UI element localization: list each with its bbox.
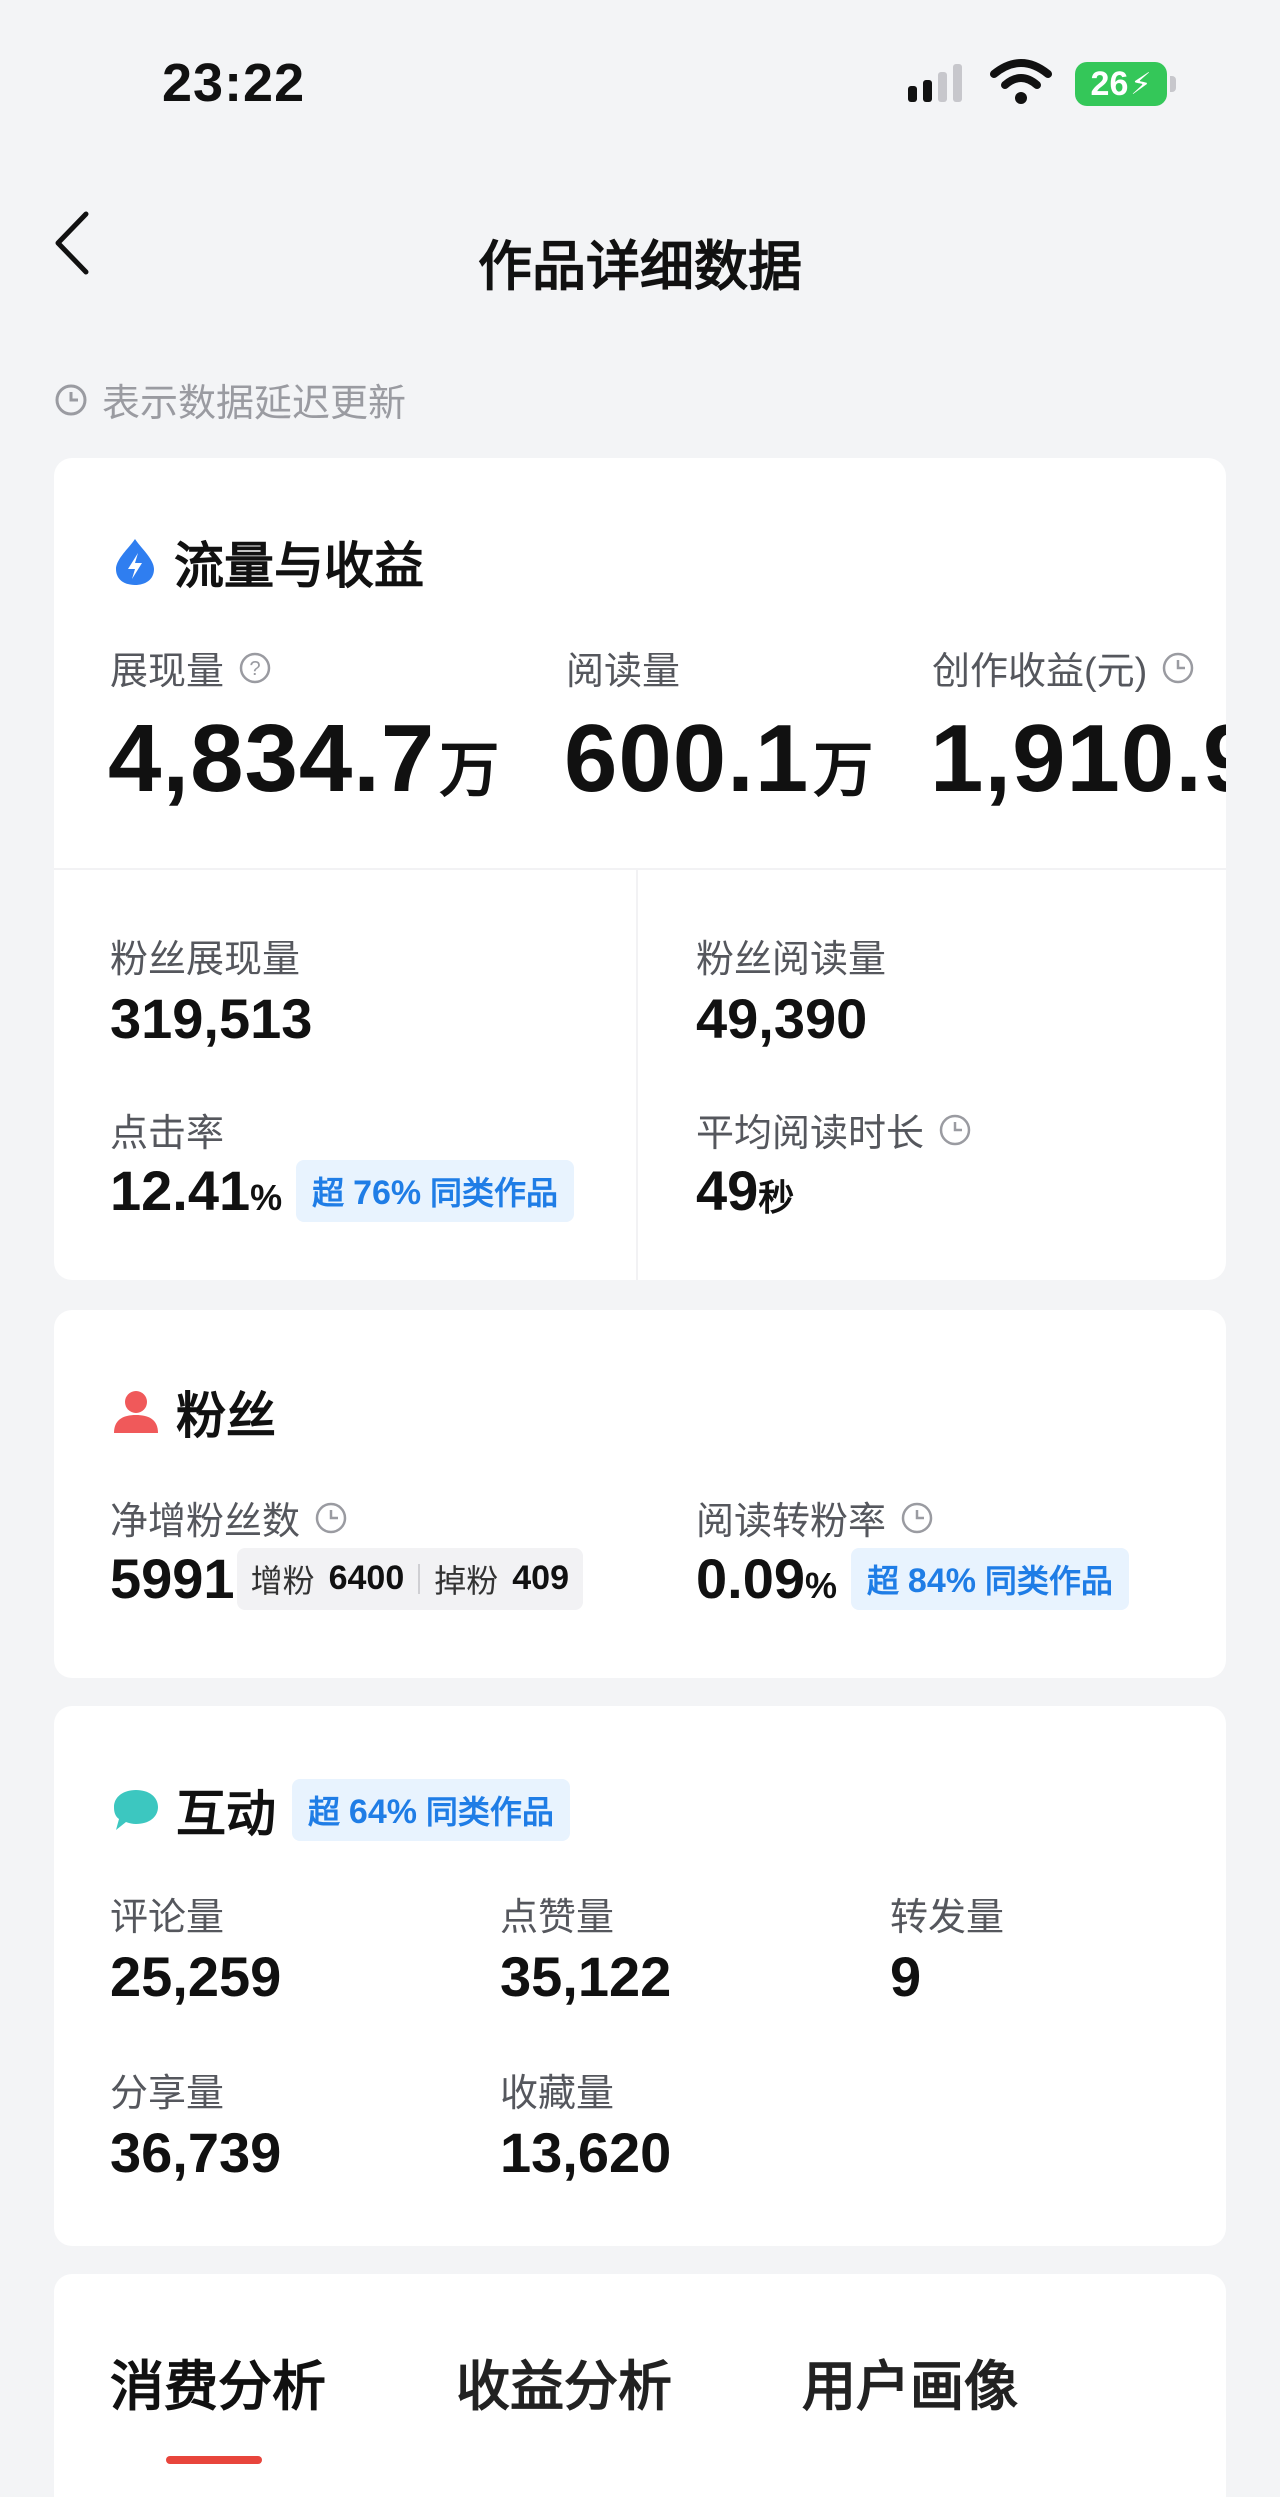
conversion-row: 0.09% 超 84% 同类作品 <box>696 1546 1129 1611</box>
favorites-label: 收藏量 <box>500 2073 615 2115</box>
badge-suffix: 同类作品 <box>984 1562 1113 1599</box>
reposts-label: 转发量 <box>890 1897 1005 1939</box>
battery-icon: 26 ⚡ <box>1075 62 1167 106</box>
active-tab-indicator <box>166 2456 262 2464</box>
tab-consumption-analysis[interactable]: 消费分析 <box>110 2342 326 2421</box>
impressions-label-text: 展现量 <box>110 651 225 693</box>
interaction-card: 互动 超 64% 同类作品 评论量 25,259 点赞量 35,122 转发量 … <box>54 1706 1226 2246</box>
net-gain-value: 5991 <box>110 1547 235 1610</box>
shares-label: 分享量 <box>110 2073 225 2115</box>
page-title: 作品详细数据 <box>478 237 802 297</box>
ctr-unit: % <box>250 1177 283 1218</box>
shares-value: 36,739 <box>110 2121 282 2184</box>
battery-level: 26 <box>1090 64 1129 103</box>
impressions-unit: 万 <box>439 737 501 804</box>
conversion-label: 阅读转粉率 <box>696 1490 934 1545</box>
status-time: 23:22 <box>162 53 306 113</box>
gain-loss-breakdown: 增粉 6400 掉粉 409 <box>236 1547 583 1610</box>
reads-number: 600.1 <box>564 705 810 812</box>
clock-icon <box>1163 652 1194 683</box>
traffic-title: 流量与收益 <box>174 538 424 594</box>
conversion-label-text: 阅读转粉率 <box>696 1501 887 1543</box>
tab-user-profile[interactable]: 用户画像 <box>802 2342 1018 2421</box>
clock-icon <box>315 1502 347 1533</box>
conversion-rank-badge: 超 84% 同类作品 <box>851 1547 1129 1610</box>
interaction-section-header: 互动 超 64% 同类作品 <box>112 1774 570 1846</box>
traffic-card: 流量与收益 展现量 ? 4,834.7万 阅读量 600.1万 创作收益(元) … <box>54 458 1226 1280</box>
comments-label: 评论量 <box>110 1897 225 1939</box>
chat-bubble-icon <box>114 1790 158 1830</box>
avg-read-time-number: 49 <box>696 1159 759 1222</box>
avg-read-time-unit: 秒 <box>758 1177 795 1218</box>
badge-pct: 76% <box>353 1173 422 1212</box>
loss-value: 409 <box>512 1559 569 1597</box>
svg-text:?: ? <box>249 658 260 680</box>
likes-value: 35,122 <box>500 1945 672 2008</box>
fan-impressions-value: 319,513 <box>110 987 313 1050</box>
traffic-section-header: 流量与收益 <box>112 526 424 598</box>
badge-suffix: 同类作品 <box>430 1174 559 1211</box>
badge-pct: 84% <box>907 1561 976 1600</box>
interaction-title: 互动 <box>176 1786 276 1842</box>
impressions-number: 4,834.7 <box>108 705 436 812</box>
divider <box>54 868 1226 870</box>
conversion-value: 0.09% <box>696 1546 837 1611</box>
fan-reads-value: 49,390 <box>696 987 868 1050</box>
avg-read-time-value: 49秒 <box>696 1158 794 1223</box>
ctr-rank-badge: 超 76% 同类作品 <box>296 1159 575 1222</box>
earnings-label: 创作收益(元) <box>932 640 1195 695</box>
clock-icon <box>939 1114 971 1145</box>
net-gain-label: 净增粉丝数 <box>110 1490 348 1545</box>
impressions-label: 展现量 ? <box>110 640 272 695</box>
badge-prefix: 超 <box>308 1794 341 1830</box>
lightning-drop-icon <box>116 539 154 585</box>
loss-label: 掉粉 <box>434 1562 499 1599</box>
fans-section-header: 粉丝 <box>112 1376 276 1448</box>
net-gain-row: 5991 增粉 6400 掉粉 409 <box>110 1546 583 1611</box>
ctr-label: 点击率 <box>110 1113 225 1155</box>
delay-note-text: 表示数据延迟更新 <box>102 383 407 425</box>
help-icon[interactable]: ? <box>238 651 272 685</box>
tab-earnings-analysis[interactable]: 收益分析 <box>456 2342 672 2421</box>
cellular-signal-icon <box>908 64 962 102</box>
earnings-value: 1,910.94 <box>930 705 1226 812</box>
fans-title: 粉丝 <box>176 1388 276 1444</box>
wifi-icon <box>990 59 1052 104</box>
conversion-number: 0.09 <box>696 1547 805 1610</box>
divider <box>418 1563 421 1594</box>
clock-icon <box>901 1502 933 1533</box>
likes-label: 点赞量 <box>500 1897 615 1939</box>
favorites-value: 13,620 <box>500 2121 672 2184</box>
clock-icon <box>55 384 87 415</box>
badge-prefix: 超 <box>867 1562 900 1599</box>
ctr-value: 12.41% <box>110 1158 282 1223</box>
reads-unit: 万 <box>813 737 875 804</box>
avg-read-time-label-text: 平均阅读时长 <box>696 1113 925 1155</box>
interaction-rank-badge: 超 64% 同类作品 <box>292 1779 570 1841</box>
impressions-value: 4,834.7万 <box>108 704 500 814</box>
reads-value: 600.1万 <box>564 704 874 814</box>
avg-read-time-label: 平均阅读时长 <box>696 1102 972 1157</box>
conversion-unit: % <box>805 1565 838 1606</box>
badge-prefix: 超 <box>312 1174 345 1211</box>
gain-label: 增粉 <box>250 1562 315 1599</box>
divider <box>636 868 638 1280</box>
fan-impressions-label: 粉丝展现量 <box>110 939 301 981</box>
reads-label-text: 阅读量 <box>566 651 681 693</box>
comments-value: 25,259 <box>110 1945 282 2008</box>
user-icon <box>114 1391 158 1433</box>
battery-cap <box>1170 76 1176 92</box>
net-gain-label-text: 净增粉丝数 <box>110 1501 301 1543</box>
reads-label: 阅读量 <box>566 640 680 695</box>
badge-pct: 64% <box>348 1793 417 1831</box>
reposts-value: 9 <box>890 1945 922 2008</box>
gain-value: 6400 <box>328 1559 405 1597</box>
ctr-number: 12.41 <box>110 1159 251 1222</box>
fans-card: 粉丝 净增粉丝数 5991 增粉 6400 掉粉 409 阅读转粉率 0.09%… <box>54 1310 1226 1678</box>
ctr-row: 12.41% 超 76% 同类作品 <box>110 1158 575 1223</box>
delay-note: 表示数据延迟更新 <box>54 372 406 427</box>
fan-reads-label: 粉丝阅读量 <box>696 939 887 981</box>
earnings-label-text: 创作收益(元) <box>932 651 1148 693</box>
badge-suffix: 同类作品 <box>425 1794 554 1830</box>
